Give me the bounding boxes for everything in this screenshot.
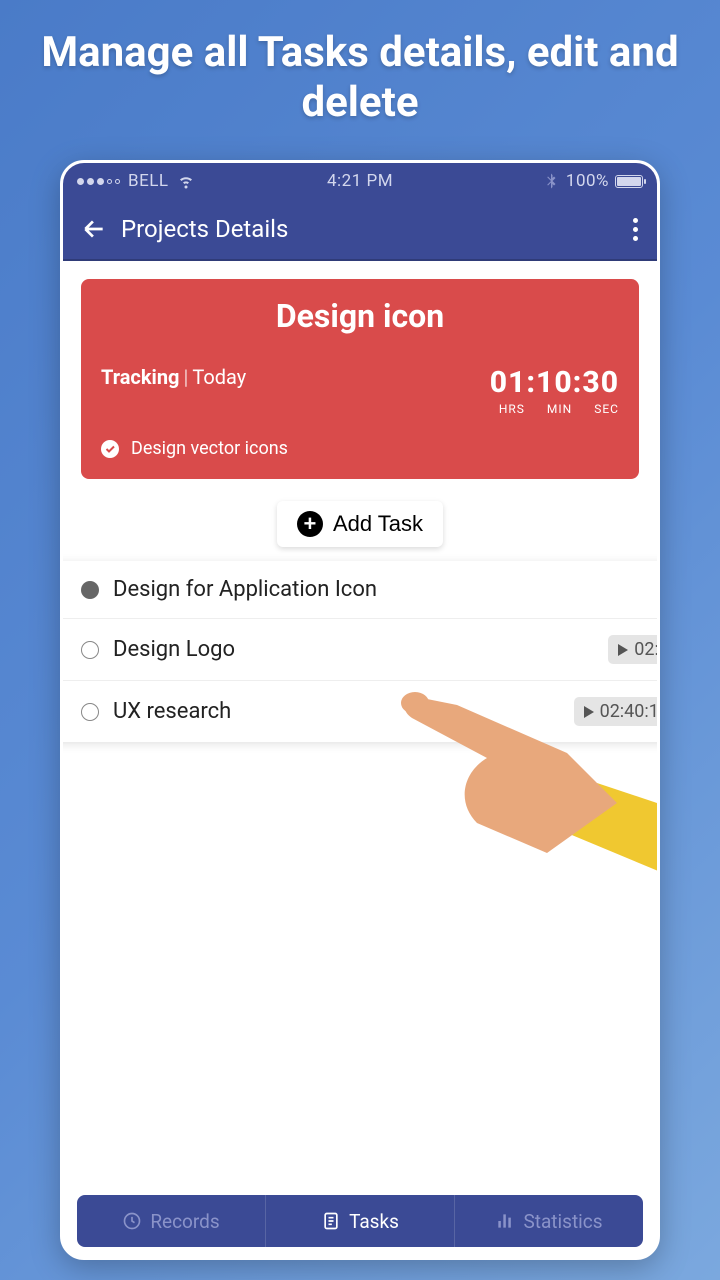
tracking-status: Tracking|Today — [101, 365, 246, 389]
check-icon — [101, 440, 119, 458]
plus-icon: + — [297, 511, 323, 537]
menu-icon[interactable] — [633, 218, 639, 241]
nav-statistics[interactable]: Statistics — [455, 1195, 643, 1247]
timer: 01:10:30 HRSMINSEC — [490, 365, 619, 416]
screen-title: Projects Details — [121, 215, 633, 243]
card-title: Design icon — [101, 297, 619, 335]
stats-icon — [495, 1211, 515, 1231]
records-icon — [122, 1211, 142, 1231]
wifi-icon — [177, 172, 195, 190]
battery-icon — [615, 175, 643, 188]
bluetooth-icon — [542, 172, 560, 190]
subtask-row: Design vector icons — [101, 438, 619, 459]
add-task-button[interactable]: + Add Task — [277, 501, 443, 547]
task-row[interactable]: Design for Application Icon — [63, 561, 657, 619]
promo-title: Manage all Tasks details, edit and delet… — [0, 0, 720, 129]
tracking-card[interactable]: Design icon Tracking|Today 01:10:30 HRSM… — [81, 279, 639, 479]
status-bar: BELL 4:21 PM 100% — [63, 163, 657, 199]
hand-illustration — [367, 653, 660, 913]
check-icon[interactable] — [81, 641, 99, 659]
back-icon[interactable] — [81, 216, 107, 242]
nav-tasks[interactable]: Tasks — [266, 1195, 455, 1247]
tasks-icon — [321, 1211, 341, 1231]
battery-label: 100% — [566, 171, 609, 191]
check-icon[interactable] — [81, 581, 99, 599]
phone-frame: BELL 4:21 PM 100% Projects Details Desig… — [60, 160, 660, 1260]
signal-icon — [77, 178, 120, 185]
nav-records[interactable]: Records — [77, 1195, 266, 1247]
status-time: 4:21 PM — [266, 171, 455, 191]
app-bar: Projects Details — [63, 199, 657, 261]
task-label: Design for Application Icon — [113, 577, 657, 602]
check-icon[interactable] — [81, 703, 99, 721]
carrier-label: BELL — [128, 171, 169, 191]
bottom-nav: Records Tasks Statistics — [77, 1195, 643, 1247]
